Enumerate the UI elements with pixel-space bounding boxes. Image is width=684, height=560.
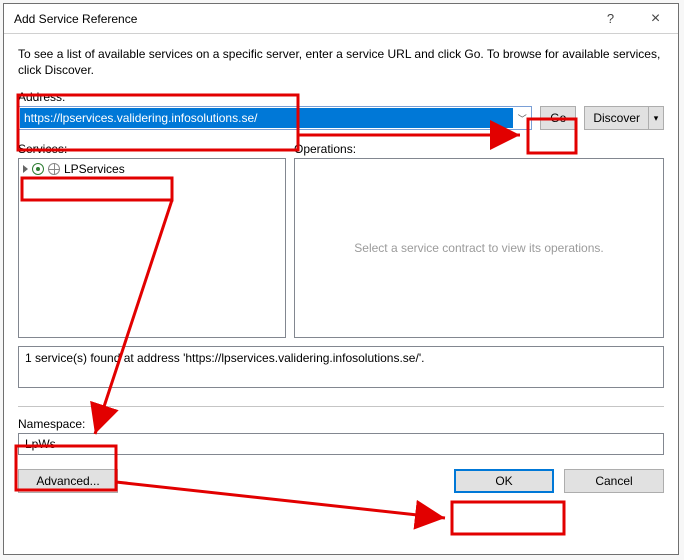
- lists-row: Services: LPServices Operations: Select …: [18, 142, 664, 338]
- status-box: 1 service(s) found at address 'https://l…: [18, 346, 664, 388]
- services-column: Services: LPServices: [18, 142, 286, 338]
- expand-icon[interactable]: [23, 165, 28, 173]
- dialog-content: To see a list of available services on a…: [4, 34, 678, 554]
- globe-icon: [48, 163, 60, 175]
- service-item-label: LPServices: [64, 162, 125, 176]
- address-row: ﹀ Go Discover ▾: [18, 106, 664, 130]
- discover-dropdown[interactable]: ▾: [648, 106, 664, 130]
- operations-label: Operations:: [294, 142, 664, 156]
- services-label: Services:: [18, 142, 286, 156]
- address-input[interactable]: [20, 108, 513, 128]
- help-button[interactable]: ?: [588, 4, 633, 33]
- chevron-down-icon[interactable]: ﹀: [513, 112, 531, 125]
- discover-splitbutton[interactable]: Discover ▾: [584, 106, 664, 130]
- advanced-button[interactable]: Advanced...: [18, 469, 118, 493]
- ok-button[interactable]: OK: [454, 469, 554, 493]
- services-list[interactable]: LPServices: [18, 158, 286, 338]
- window-title: Add Service Reference: [14, 12, 588, 26]
- address-label: Address:: [18, 90, 664, 104]
- address-combo[interactable]: ﹀: [18, 106, 532, 130]
- titlebar: Add Service Reference ? ×: [4, 4, 678, 34]
- intro-text: To see a list of available services on a…: [18, 46, 664, 78]
- divider: [18, 406, 664, 407]
- add-service-reference-dialog: Add Service Reference ? × To see a list …: [3, 3, 679, 555]
- operations-list[interactable]: Select a service contract to view its op…: [294, 158, 664, 338]
- discover-button[interactable]: Discover: [584, 106, 648, 130]
- namespace-label: Namespace:: [18, 417, 664, 431]
- go-button[interactable]: Go: [540, 106, 576, 130]
- close-button[interactable]: ×: [633, 4, 678, 33]
- namespace-input[interactable]: [18, 433, 664, 455]
- footer: Advanced... OK Cancel: [18, 469, 664, 493]
- operations-column: Operations: Select a service contract to…: [294, 142, 664, 338]
- service-node-icon: [32, 163, 44, 175]
- operations-empty-text: Select a service contract to view its op…: [295, 159, 663, 337]
- service-item[interactable]: LPServices: [19, 159, 285, 179]
- cancel-button[interactable]: Cancel: [564, 469, 664, 493]
